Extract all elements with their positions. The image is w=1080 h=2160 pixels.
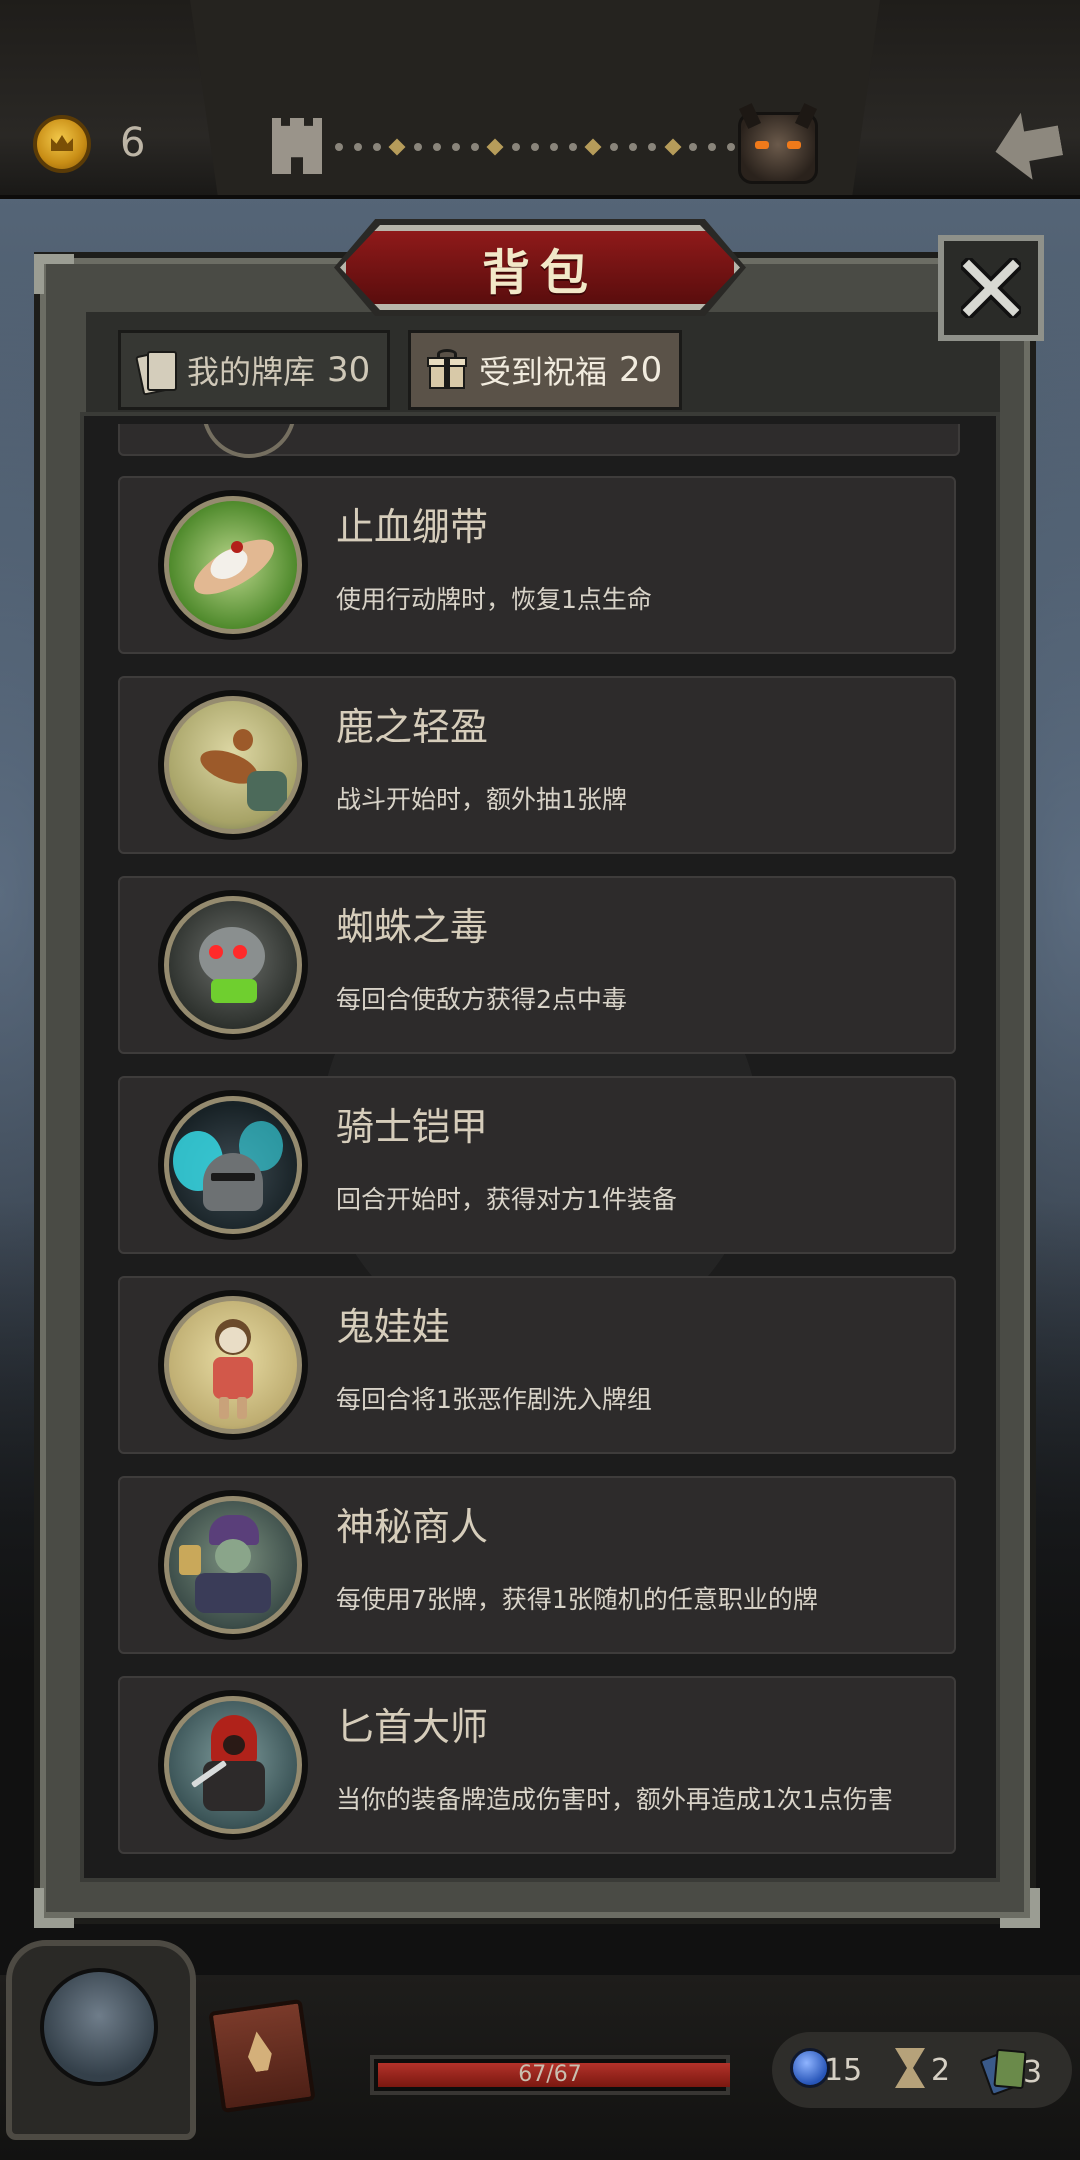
progress-node-dot [568, 143, 577, 151]
progress-node-dot [372, 143, 381, 151]
blessing-list[interactable]: 止血绷带 使用行动牌时，恢复1点生命 鹿之轻盈 战斗开始时，额外抽1张牌 蜘蛛之… [90, 424, 990, 1874]
hero-avatar[interactable] [40, 1968, 158, 2086]
hp-bar: 67/67 [370, 2055, 730, 2095]
item-description: 使用行动牌时，恢复1点生命 [336, 585, 652, 614]
item-description: 每回合使敌方获得2点中毒 [336, 985, 627, 1014]
progress-node-dot [530, 143, 539, 151]
list-item[interactable]: 骑士铠甲 回合开始时，获得对方1件装备 [118, 1076, 956, 1254]
coin-count: 6 [120, 120, 146, 166]
tab-label: 受到祝福 [479, 353, 608, 391]
voodoo-doll-icon [158, 1290, 308, 1440]
progress-node-dot [432, 143, 441, 151]
back-arrow-icon[interactable] [990, 107, 1067, 185]
top-hud: 6 [0, 0, 1080, 199]
progress-node-dot [353, 143, 362, 151]
item-description: 每使用7张牌，获得1张随机的任意职业的牌 [336, 1585, 818, 1614]
hourglass-stat[interactable]: 2 [895, 2048, 950, 2088]
mysterious-merchant-icon [158, 1490, 308, 1640]
panel-title: 背包 [481, 244, 598, 301]
knight-helmet-icon [158, 1090, 308, 1240]
tab-count: 20 [619, 350, 663, 390]
card-pile-icon [979, 2048, 1029, 2096]
tab-label: 我的牌库 [187, 353, 316, 391]
item-name: 蜘蛛之毒 [336, 905, 489, 949]
tab-my-deck[interactable]: 我的牌库 30 [118, 330, 390, 410]
progress-node-dot [451, 143, 460, 151]
item-description: 每回合将1张恶作剧洗入牌组 [336, 1385, 652, 1414]
progress-node-dot [689, 143, 698, 151]
gift-icon [427, 349, 467, 391]
progress-node-dot [470, 143, 479, 151]
close-button[interactable] [938, 235, 1044, 341]
list-item[interactable]: 匕首大师 当你的装备牌造成伤害时，额外再造成1次1点伤害 [118, 1676, 956, 1854]
item-name: 止血绷带 [336, 505, 489, 549]
progress-node-dot [708, 143, 717, 151]
list-item[interactable]: 神秘商人 每使用7张牌，获得1张随机的任意职业的牌 [118, 1476, 956, 1654]
list-item[interactable]: 鹿之轻盈 战斗开始时，额外抽1张牌 [118, 676, 956, 854]
leaping-deer-icon [158, 690, 308, 840]
progress-node-dot [610, 143, 619, 151]
dagger-master-icon [158, 1690, 308, 1840]
progress-node-dot [414, 143, 423, 151]
item-name: 鬼娃娃 [336, 1305, 451, 1349]
item-description: 回合开始时，获得对方1件装备 [336, 1185, 677, 1214]
title-plate: 背包 [340, 225, 740, 310]
tab-blessings[interactable]: 受到祝福 20 [408, 330, 682, 410]
spellbook-icon[interactable] [208, 1998, 316, 2114]
hp-text: 67/67 [518, 2062, 582, 2087]
item-name: 鹿之轻盈 [336, 705, 489, 749]
hourglass-icon [895, 2048, 925, 2088]
item-name: 匕首大师 [336, 1705, 489, 1749]
progress-node-dot [628, 143, 637, 151]
progress-node-dot [549, 143, 558, 151]
bandaged-arm-icon [158, 490, 308, 640]
boss-helmet-icon [738, 112, 818, 184]
item-name: 骑士铠甲 [336, 1105, 489, 1149]
list-item[interactable]: 鬼娃娃 每回合将1张恶作剧洗入牌组 [118, 1276, 956, 1454]
progress-node-dot [726, 143, 735, 151]
cards-icon [135, 349, 177, 396]
close-icon [961, 258, 1021, 318]
item-name: 神秘商人 [336, 1505, 489, 1549]
tab-count: 30 [327, 350, 371, 390]
orb-count: 15 [824, 2053, 863, 2088]
gold-crown-coin-icon [33, 115, 91, 173]
list-item-partial [118, 424, 960, 458]
cards-stat[interactable]: 3 [979, 2048, 1042, 2096]
progress-node-dot [512, 143, 521, 151]
progress-node-dot [335, 143, 343, 151]
map-progress-track [335, 138, 735, 156]
list-item[interactable]: 止血绷带 使用行动牌时，恢复1点生命 [118, 476, 956, 654]
progress-node-dot [647, 143, 656, 151]
item-description: 战斗开始时，额外抽1张牌 [336, 785, 627, 814]
venom-skull-icon [158, 890, 308, 1040]
list-item[interactable]: 蜘蛛之毒 每回合使敌方获得2点中毒 [118, 876, 956, 1054]
orb-stat[interactable]: 15 [790, 2048, 862, 2088]
hourglass-count: 2 [931, 2053, 951, 2088]
item-description: 当你的装备牌造成伤害时，额外再造成1次1点伤害 [336, 1785, 893, 1814]
